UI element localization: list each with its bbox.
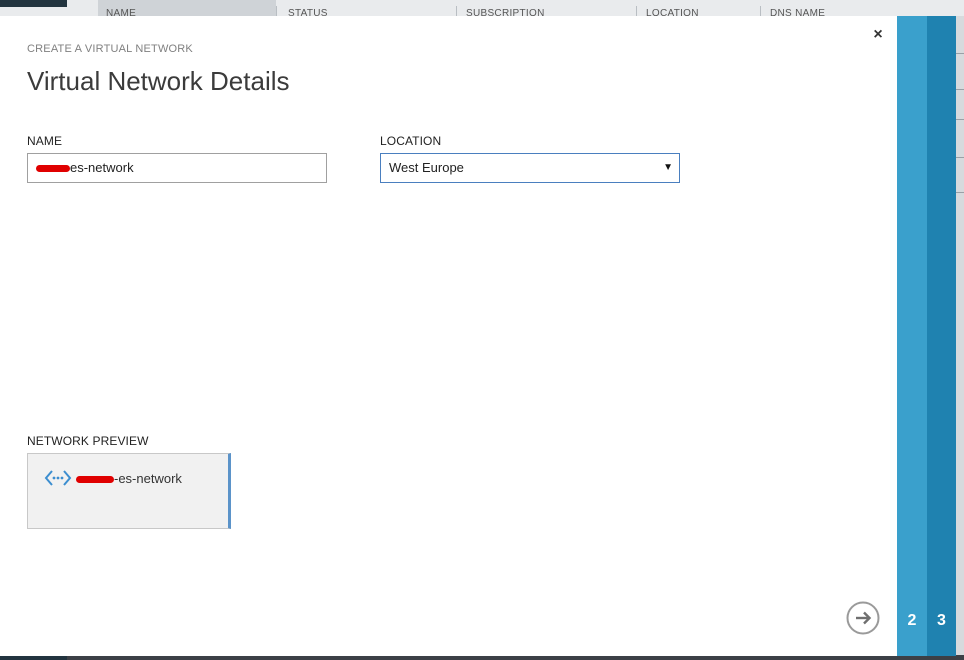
wizard-step-2[interactable]: 2 [897, 16, 927, 656]
row-divider [956, 192, 964, 193]
network-name-input[interactable]: es-network [27, 153, 327, 183]
dialog-subtitle: CREATE A VIRTUAL NETWORK [27, 43, 193, 55]
preview-network-name: -es-network [76, 471, 182, 486]
column-header-status: STATUS [288, 8, 328, 19]
close-icon[interactable]: × [871, 27, 885, 43]
background-nav [0, 0, 67, 7]
redaction-mark [36, 165, 70, 173]
dialog-title: Virtual Network Details [27, 66, 290, 96]
location-label: LOCATION [380, 134, 442, 148]
background-list-edge [956, 16, 964, 656]
wizard-step-2-number: 2 [907, 612, 917, 629]
column-separator [760, 6, 761, 16]
row-divider [956, 89, 964, 90]
redaction-mark [76, 476, 114, 484]
row-divider [956, 157, 964, 158]
column-header-name: NAME [98, 0, 276, 19]
wizard-step-3-number: 3 [937, 612, 946, 629]
name-label: NAME [27, 134, 63, 148]
column-header-dns-name: DNS NAME [770, 8, 826, 19]
network-name-value: es-network [70, 160, 134, 175]
network-preview-label: NETWORK PREVIEW [27, 434, 149, 448]
column-header-location: LOCATION [646, 8, 699, 19]
row-divider [956, 119, 964, 120]
location-select[interactable]: West Europe ▼ [380, 153, 680, 183]
create-virtual-network-dialog: CREATE A VIRTUAL NETWORK Virtual Network… [0, 16, 897, 656]
column-header-subscription: SUBSCRIPTION [466, 8, 545, 19]
location-selected-value: West Europe [389, 160, 464, 175]
network-preview-card: -es-network [27, 453, 231, 529]
virtual-network-icon [44, 470, 72, 486]
column-separator [276, 6, 277, 16]
preview-network-name-value: -es-network [114, 471, 182, 486]
wizard-step-3[interactable]: 3 [927, 16, 956, 656]
column-separator [636, 6, 637, 16]
chevron-down-icon: ▼ [663, 162, 673, 173]
row-divider [956, 53, 964, 54]
column-separator [456, 6, 457, 16]
background-grid-header: NAME STATUS SUBSCRIPTION LOCATION DNS NA… [0, 0, 964, 19]
arrow-right-icon[interactable] [846, 601, 880, 635]
